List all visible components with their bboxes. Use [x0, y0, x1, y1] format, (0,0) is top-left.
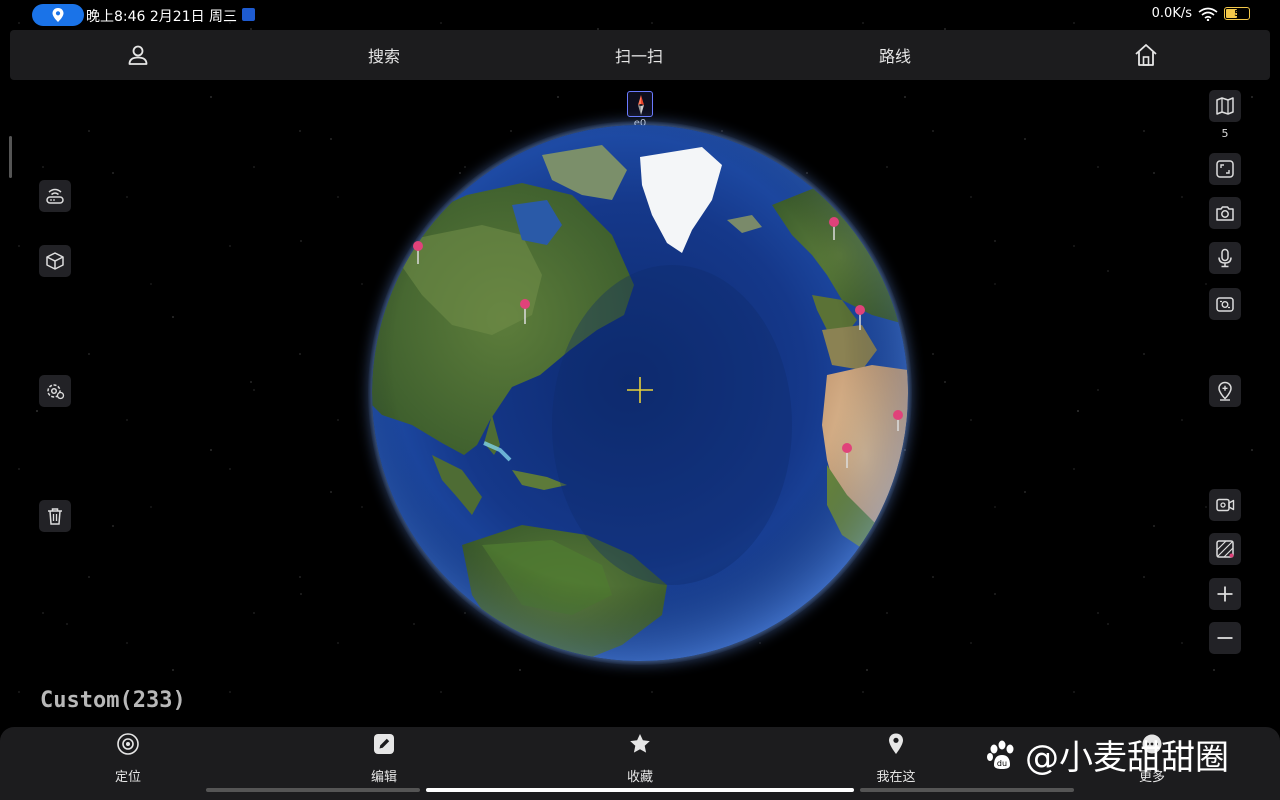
router-button[interactable] [39, 180, 71, 212]
voice-button[interactable] [1209, 242, 1241, 274]
baidu-paw-icon: du [987, 740, 1014, 769]
zoom-out-icon [1217, 637, 1233, 639]
settings-button[interactable] [39, 375, 71, 407]
crosshair-icon [627, 377, 653, 403]
placemark-pin[interactable] [842, 443, 852, 468]
fullscreen-icon [1216, 160, 1234, 178]
placemark-pin[interactable] [413, 241, 423, 264]
i-am-here-label: 我在这 [876, 770, 916, 785]
record-video-button[interactable] [1209, 489, 1241, 521]
locate-icon [117, 733, 139, 755]
map-layers-button[interactable] [1209, 90, 1241, 122]
delete-button[interactable] [39, 500, 71, 532]
placemarks-layer [413, 217, 903, 468]
fullscreen-button[interactable] [1209, 153, 1241, 185]
trash-icon [48, 508, 62, 525]
battery-level: 5 [1234, 9, 1240, 18]
placemark-pin[interactable] [829, 217, 839, 240]
zoom-in-icon [1217, 586, 1233, 602]
record-video-icon [1216, 498, 1235, 512]
add-pin-icon [1218, 381, 1232, 401]
placemark-pin[interactable] [855, 305, 865, 330]
favorite-label: 收藏 [626, 770, 653, 785]
settings-icon [47, 384, 65, 400]
locate-button[interactable]: 定位 [88, 727, 168, 787]
favorite-icon [630, 734, 650, 753]
gesture-nav-bar[interactable] [206, 788, 1076, 793]
add-pin-button[interactable] [1209, 375, 1241, 407]
3d-box-icon [46, 252, 64, 270]
i-am-here-button[interactable]: 我在这 [856, 727, 936, 787]
edit-label: 编辑 [370, 770, 397, 785]
edit-icon [374, 734, 394, 754]
placemark-pin[interactable] [520, 299, 530, 324]
rotate-camera-icon [1216, 297, 1234, 312]
ruler-icon [1216, 540, 1234, 558]
zoom-in-button[interactable] [1209, 578, 1241, 610]
microphone-icon [1218, 248, 1232, 268]
locate-label: 定位 [114, 770, 141, 785]
screenshot-button[interactable] [1209, 197, 1241, 229]
watermark: du @小麦甜甜圈 [985, 730, 1229, 779]
map-layers-icon [1216, 97, 1234, 115]
3d-box-button[interactable] [39, 245, 71, 277]
placemark-pin[interactable] [893, 410, 903, 431]
router-icon [46, 188, 64, 204]
edit-button[interactable]: 编辑 [344, 727, 424, 787]
rotate-camera-button[interactable] [1209, 288, 1241, 320]
watermark-text: @小麦甜甜圈 [1025, 738, 1229, 778]
measure-button[interactable] [1209, 533, 1241, 565]
location-pin-icon [889, 733, 903, 754]
svg-text:du: du [997, 759, 1007, 768]
camera-icon [1216, 206, 1234, 221]
favorite-button[interactable]: 收藏 [600, 727, 680, 787]
zoom-out-button[interactable] [1209, 622, 1241, 654]
map-source-label: Custom(233) [40, 688, 186, 713]
layer-count: 5 [1221, 127, 1229, 140]
